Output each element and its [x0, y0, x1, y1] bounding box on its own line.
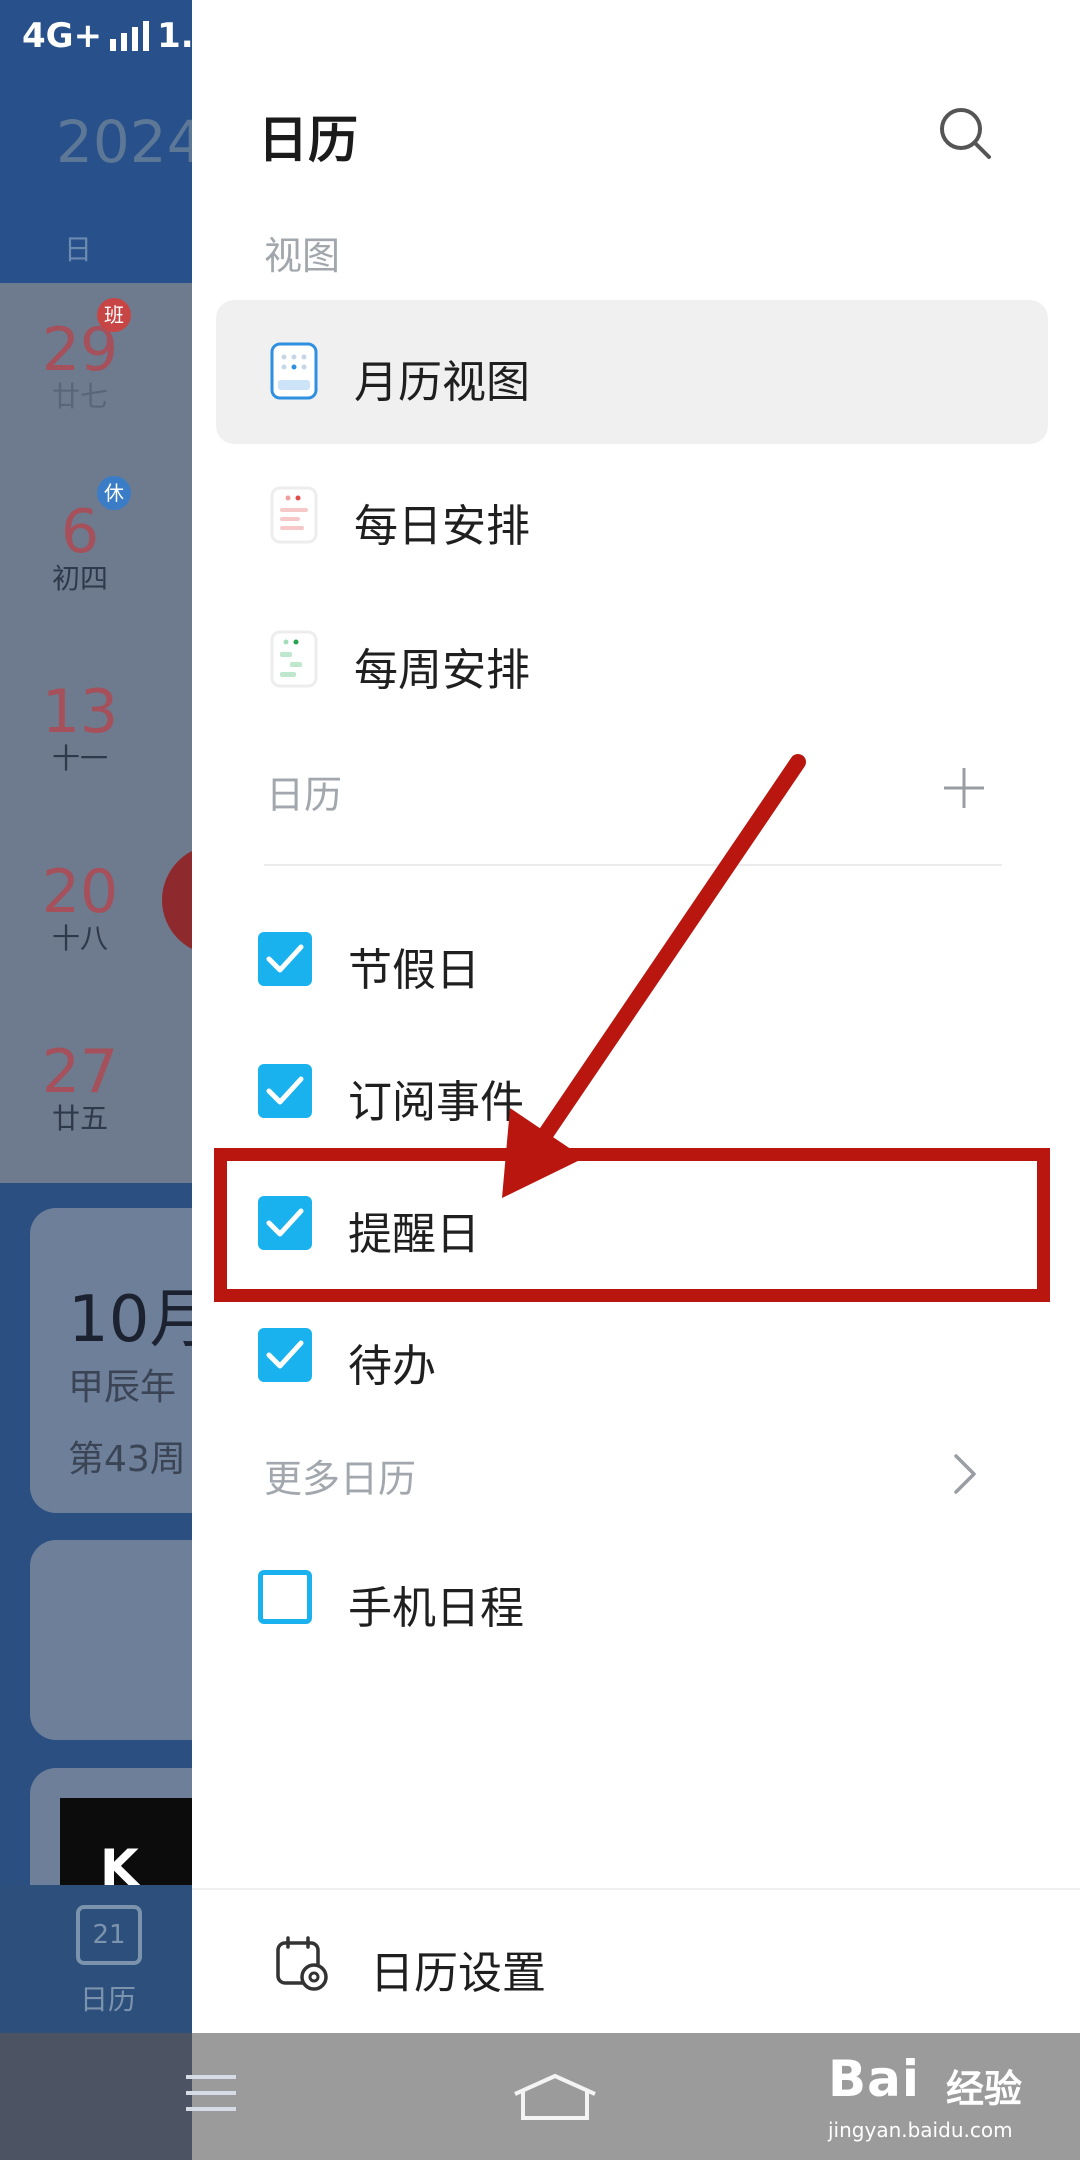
day-cell[interactable]: 6 初四 — [40, 500, 120, 594]
lunar-date: 十一 — [51, 742, 108, 775]
watermark-url: jingyan.baidu.com — [828, 2118, 1013, 2142]
daily-plan-icon — [270, 486, 318, 544]
checkbox-checked[interactable] — [258, 1064, 312, 1118]
views-section-header: 视图 — [264, 234, 341, 278]
drawer-title: 日历 — [258, 111, 358, 169]
view-item-weekly[interactable]: 每周安排 — [216, 588, 1048, 732]
view-item-month[interactable]: 月历视图 — [216, 300, 1048, 444]
calendar-settings-row[interactable]: 日历设置 — [192, 1893, 1080, 2033]
calendar-label: 订阅事件 — [348, 1077, 524, 1128]
calendar-item-subscriptions[interactable]: 订阅事件 — [258, 1042, 1018, 1142]
month-view-icon — [270, 342, 318, 400]
lunar-date: 初四 — [51, 562, 108, 595]
calendar-settings-icon — [276, 1936, 328, 1991]
add-calendar-icon[interactable] — [940, 764, 988, 812]
calendar-tab-icon[interactable]: 21 — [76, 1905, 142, 1965]
calendars-section-header: 日历 — [266, 773, 343, 817]
chevron-right-icon — [954, 1454, 976, 1494]
home-icon[interactable] — [505, 2072, 605, 2122]
checkbox-checked[interactable] — [258, 932, 312, 986]
calendar-settings-label: 日历设置 — [370, 1948, 546, 1999]
work-day-badge: 班 — [97, 298, 131, 332]
baidu-jingyan-watermark: Bai 经验 jingyan.baidu.com — [828, 2040, 1068, 2150]
footer-divider — [192, 1888, 1080, 1890]
lunar-date: 廿五 — [51, 1102, 108, 1135]
section-divider — [264, 864, 1002, 866]
card-week: 第43周 — [68, 1439, 186, 1480]
lunar-date: 十八 — [51, 922, 108, 955]
day-cell[interactable]: 13 十一 — [40, 680, 120, 774]
check-icon — [266, 1076, 304, 1105]
more-calendars-row[interactable]: 更多日历 — [264, 1448, 1024, 1508]
calendar-label: 节假日 — [348, 945, 480, 996]
calendar-item-todo[interactable]: 待办 — [258, 1306, 1018, 1406]
view-label: 每周安排 — [354, 645, 530, 696]
holiday-badge: 休 — [97, 476, 131, 510]
year-title: 2024 — [56, 108, 204, 176]
checkbox-checked[interactable] — [258, 1328, 312, 1382]
search-icon[interactable] — [937, 105, 993, 161]
status-bar: 4G+ 1.4 — [22, 16, 217, 56]
checkbox-unchecked[interactable] — [258, 1570, 312, 1624]
day-cell[interactable]: 20 十八 — [40, 860, 120, 954]
watermark-text: 经验 — [946, 2067, 1023, 2111]
calendar-drawer: 日历 视图 月历视图 每日安排 每周安排 日历 节假日 订阅事件 提醒日 待办 … — [192, 0, 1080, 2033]
view-label: 月历视图 — [354, 357, 530, 408]
weekday-header: 日 — [64, 233, 93, 266]
menu-icon[interactable] — [186, 2075, 236, 2123]
day-cell[interactable]: 29 廿七 — [40, 318, 120, 412]
day-number: 20 — [41, 857, 119, 927]
weekly-plan-icon — [270, 630, 318, 688]
watermark-logo: Bai — [828, 2050, 920, 2108]
card-lunar-year: 甲辰年 — [68, 1367, 177, 1408]
calendar-tab-label[interactable]: 日历 — [80, 1978, 136, 2018]
day-number: 6 — [60, 497, 100, 567]
day-cell[interactable]: 27 廿五 — [40, 1040, 120, 1134]
signal-icon — [110, 21, 150, 51]
day-number: 27 — [41, 1037, 119, 1107]
lunar-date: 廿七 — [51, 380, 108, 413]
highlight-box — [214, 1148, 1050, 1302]
calendar-label: 手机日程 — [348, 1583, 524, 1634]
more-calendars-label: 更多日历 — [264, 1457, 417, 1501]
check-icon — [266, 944, 304, 973]
day-number: 13 — [41, 677, 119, 747]
calendar-item-phone-schedule[interactable]: 手机日程 — [258, 1548, 1018, 1648]
network-type: 4G+ — [22, 16, 103, 56]
calendar-label: 待办 — [348, 1341, 436, 1392]
view-item-daily[interactable]: 每日安排 — [216, 444, 1048, 588]
check-icon — [266, 1340, 304, 1369]
calendar-item-holidays[interactable]: 节假日 — [258, 910, 1018, 1010]
view-label: 每日安排 — [354, 501, 530, 552]
